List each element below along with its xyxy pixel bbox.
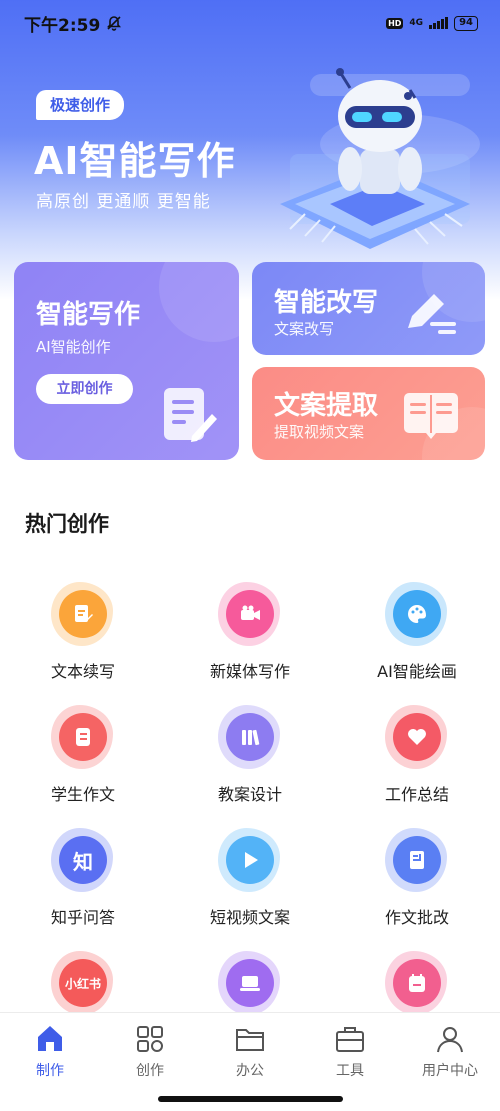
card-title: 文案提取 <box>274 391 379 421</box>
icon-circle <box>59 713 107 761</box>
card-title: 智能改写 <box>274 288 379 318</box>
icon-circle: 小红书 <box>59 959 107 1007</box>
card-subtitle: 文案改写 <box>274 320 335 338</box>
signal-icon <box>429 17 449 29</box>
grid-item-label: 作文批改 <box>384 908 449 927</box>
icon-circle <box>393 713 441 761</box>
hero-title: AI智能写作 <box>34 139 236 183</box>
grid-icon <box>134 1023 166 1055</box>
tab-label: 用户中心 <box>422 1063 478 1079</box>
start-create-button[interactable]: 立即创作 <box>36 374 133 404</box>
video-camera-icon <box>218 582 280 646</box>
hero-banner: 下午2:59 HD 4G 94 极速创作 AI智能写作 高原创 更通顺 更智能 <box>0 0 500 300</box>
books-icon <box>218 705 280 769</box>
network-type: 4G <box>409 17 424 28</box>
icon-circle <box>226 836 274 884</box>
battery-icon: 94 <box>454 15 478 31</box>
grid-item[interactable]: AI智能绘画 <box>334 580 500 703</box>
hero-tag: 极速创作 <box>36 90 125 120</box>
icon-circle <box>393 590 441 638</box>
grid-item[interactable]: 小红书 <box>0 949 166 1012</box>
home-indicator <box>158 1096 343 1102</box>
icon-circle: 知 <box>59 836 107 884</box>
notification-muted-icon <box>107 16 122 31</box>
tab-toolbox[interactable]: 工具 <box>300 1013 400 1092</box>
calendar-icon <box>385 951 447 1012</box>
icon-glyph: 小红书 <box>64 976 101 991</box>
zhihu-icon: 知 <box>51 828 113 892</box>
tab-folder[interactable]: 办公 <box>200 1013 300 1092</box>
laptop-icon <box>218 951 280 1012</box>
notebook-icon <box>51 705 113 769</box>
grid-item[interactable]: 学生作文 <box>0 703 166 826</box>
play-icon <box>218 828 280 892</box>
smart-rewrite-card[interactable]: 智能改写 文案改写 <box>252 262 485 355</box>
open-book-icon <box>404 393 458 439</box>
hero-subtitle: 高原创 更通顺 更智能 <box>36 192 211 212</box>
icon-circle <box>226 959 274 1007</box>
card-title: 智能写作 <box>36 300 141 330</box>
user-icon <box>434 1023 466 1055</box>
pen-edit-icon <box>408 294 456 334</box>
card-subtitle: 提取视频文案 <box>274 423 365 441</box>
grid-item[interactable]: 工作总结 <box>334 703 500 826</box>
tab-label: 创作 <box>136 1063 164 1079</box>
grid-item[interactable]: 短视频文案 <box>167 826 333 949</box>
icon-circle <box>59 590 107 638</box>
palette-icon <box>385 582 447 646</box>
grid-item-label: 学生作文 <box>50 785 115 804</box>
tab-label: 制作 <box>36 1063 64 1079</box>
bottom-tab-bar: 制作 创作 办公 工具 用户中心 <box>0 1012 500 1092</box>
robot-illustration <box>280 68 480 249</box>
grid-item[interactable] <box>167 949 333 1012</box>
copy-extract-card[interactable]: 文案提取 提取视频文案 <box>252 367 485 460</box>
status-bar: 下午2:59 HD 4G 94 <box>0 0 500 46</box>
heart-icon <box>385 705 447 769</box>
card-decoration <box>159 262 239 342</box>
grid-item[interactable]: 作文批改 <box>334 826 500 949</box>
grid-item[interactable]: 新媒体写作 <box>167 580 333 703</box>
grid-item-label: 新媒体写作 <box>209 662 290 681</box>
doc-check-icon <box>385 828 447 892</box>
toolbox-icon <box>334 1023 366 1055</box>
folder-icon <box>234 1023 266 1055</box>
hot-create-grid: 文本续写 新媒体写作 AI智能绘画 学生作文 教案设计 工作总结知知乎问答 短视频文案 作文批… <box>0 580 500 1012</box>
status-time: 下午2:59 <box>24 11 122 36</box>
document-edit-icon <box>51 582 113 646</box>
status-indicators: HD 4G 94 <box>386 15 478 31</box>
grid-item[interactable]: 文本续写 <box>0 580 166 703</box>
grid-item-label: AI智能绘画 <box>377 662 457 681</box>
card-subtitle: AI智能创作 <box>36 338 111 356</box>
icon-circle <box>393 959 441 1007</box>
xiaohongshu-icon: 小红书 <box>51 951 113 1012</box>
smart-writing-card[interactable]: 智能写作 AI智能创作 立即创作 <box>14 262 239 460</box>
icon-circle <box>226 713 274 761</box>
tab-user[interactable]: 用户中心 <box>400 1013 500 1092</box>
tab-grid[interactable]: 创作 <box>100 1013 200 1092</box>
tab-label: 工具 <box>336 1063 364 1079</box>
tab-home[interactable]: 制作 <box>0 1013 100 1092</box>
grid-item-label: 知乎问答 <box>50 908 115 927</box>
grid-item-label: 教案设计 <box>217 785 282 804</box>
tab-label: 办公 <box>236 1063 264 1079</box>
grid-item[interactable]: 知知乎问答 <box>0 826 166 949</box>
grid-item-label: 短视频文案 <box>209 908 290 927</box>
icon-circle <box>393 836 441 884</box>
hd-badge: HD <box>386 17 404 29</box>
grid-item-label: 工作总结 <box>384 785 449 804</box>
section-title-hot: 热门创作 <box>25 512 109 536</box>
home-icon <box>34 1023 66 1055</box>
grid-item[interactable]: 教案设计 <box>167 703 333 826</box>
grid-item[interactable] <box>334 949 500 1012</box>
write-document-icon <box>164 388 217 442</box>
grid-item-label: 文本续写 <box>50 662 115 681</box>
icon-circle <box>226 590 274 638</box>
icon-glyph: 知 <box>73 849 93 874</box>
